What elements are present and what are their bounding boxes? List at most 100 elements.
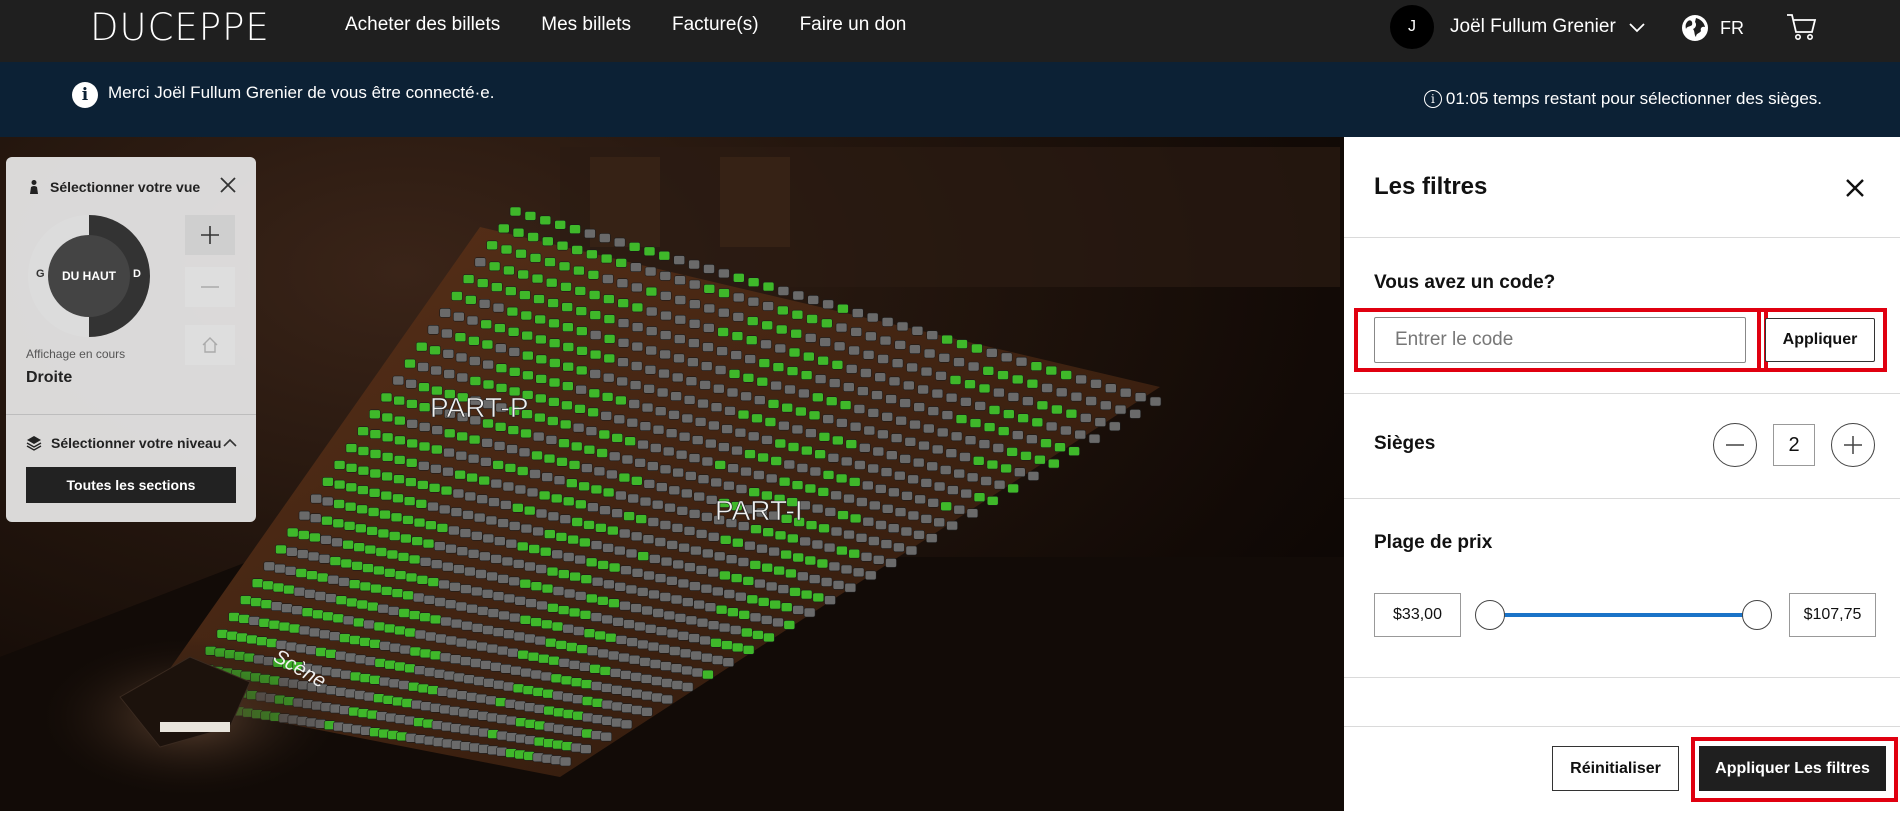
seat[interactable] [666,540,679,550]
seat[interactable] [381,432,394,443]
seat[interactable] [734,427,747,438]
seat[interactable] [608,562,621,573]
seat[interactable] [731,642,744,653]
seat[interactable] [938,353,951,363]
seat[interactable] [500,500,512,510]
seat[interactable] [310,493,323,504]
seat[interactable] [364,656,377,666]
seat[interactable] [911,326,924,336]
seat[interactable] [591,697,604,708]
seat[interactable] [742,644,755,655]
seat[interactable] [270,601,283,612]
seat[interactable] [578,537,591,548]
seat[interactable] [839,400,852,410]
seat[interactable] [335,650,347,661]
seat[interactable] [370,583,382,594]
seat[interactable] [599,505,611,516]
seat[interactable] [368,409,381,420]
seat[interactable] [281,603,293,614]
seat[interactable] [298,625,311,636]
seat[interactable] [538,490,551,501]
seat[interactable] [521,350,534,361]
seat[interactable] [717,307,730,318]
apply-filters-button[interactable]: Appliquer Les filtres [1699,746,1886,791]
seat[interactable] [684,471,697,481]
seat[interactable] [278,621,291,632]
seat[interactable] [730,573,743,583]
seat[interactable] [567,534,579,545]
seat[interactable] [909,419,921,430]
seat[interactable] [583,520,595,530]
seat[interactable] [604,632,617,643]
seat[interactable] [777,286,790,296]
seat[interactable] [1040,438,1052,449]
seat[interactable] [728,369,741,379]
seat[interactable] [390,512,403,523]
seat[interactable] [438,504,451,515]
seat[interactable] [935,371,947,381]
seat[interactable] [808,574,821,584]
seat[interactable] [443,670,456,681]
seat[interactable] [321,515,333,526]
seat[interactable] [823,542,836,553]
seat[interactable] [456,546,469,557]
seat[interactable] [476,278,489,288]
seat[interactable] [830,526,843,537]
seat[interactable] [761,562,774,573]
seat[interactable] [978,439,991,449]
seat[interactable] [1149,396,1162,407]
seat[interactable] [585,426,598,436]
seat[interactable] [327,574,340,585]
seat[interactable] [724,406,736,416]
seat[interactable] [645,286,658,297]
seat[interactable] [1026,434,1038,445]
seat[interactable] [502,681,515,692]
seat[interactable] [578,661,591,672]
seat[interactable] [953,504,966,515]
seat[interactable] [887,523,900,534]
seat[interactable] [535,508,548,519]
seat[interactable] [1030,361,1043,371]
seat[interactable] [375,547,388,557]
seat[interactable] [681,413,694,424]
seat[interactable] [719,534,732,545]
seat[interactable] [459,656,472,666]
seat[interactable] [523,702,536,713]
seat[interactable] [283,584,295,595]
seat[interactable] [357,446,370,456]
seat[interactable] [832,580,845,590]
seat[interactable] [520,523,533,534]
seat[interactable] [756,376,769,387]
seat[interactable] [568,659,581,670]
seat[interactable] [466,472,478,483]
seat[interactable] [618,528,631,539]
seat[interactable] [503,629,515,640]
seat[interactable] [406,418,419,429]
seat[interactable] [466,603,478,614]
seat[interactable] [783,459,796,470]
seat[interactable] [522,685,535,695]
seat[interactable] [495,363,508,373]
seat[interactable] [379,509,391,520]
seat[interactable] [449,654,462,665]
seat[interactable] [393,455,406,465]
seat[interactable] [1015,356,1028,367]
seat[interactable] [503,265,515,276]
seat[interactable] [849,421,862,432]
seat[interactable] [665,428,678,439]
seat[interactable] [674,295,687,305]
seat[interactable] [608,598,620,609]
seat[interactable] [541,583,554,594]
seat[interactable] [646,461,659,471]
seat[interactable] [760,615,773,625]
seat[interactable] [761,320,774,331]
seat[interactable] [335,595,348,606]
seat[interactable] [415,341,428,352]
seat[interactable] [927,497,940,508]
seat[interactable] [711,655,724,665]
seat[interactable] [691,435,704,445]
seat[interactable] [597,560,609,570]
seat[interactable] [660,310,672,321]
seat[interactable] [747,296,760,307]
seat[interactable] [440,485,453,496]
